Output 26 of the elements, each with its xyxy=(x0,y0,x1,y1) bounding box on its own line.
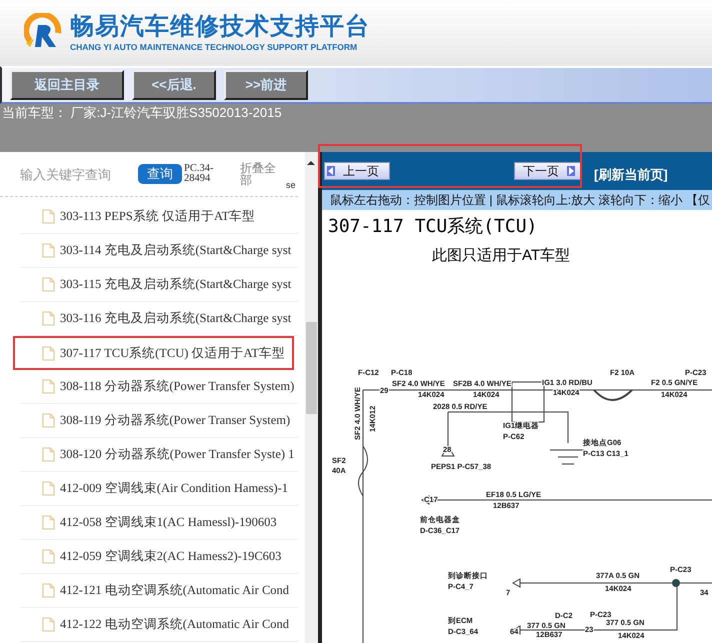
document-item[interactable]: 303-116 充电及启动系统(Start&Charge syst xyxy=(20,302,298,336)
hint-text: 鼠标左右拖动：控制图片位置 | 鼠标滚轮向上:放大 滚轮向下：缩小 【仅 xyxy=(322,190,712,210)
current-model-text: 当前车型： 厂家:J-江铃汽车驭胜S3502013-2015 xyxy=(1,105,282,120)
document-item[interactable]: 412-058 空调线束1(AC Hamessl)-190603 xyxy=(20,506,298,540)
refresh-link[interactable]: [刷新当前页] xyxy=(594,166,668,184)
document-item[interactable]: 308-120 分动器系统(Power Transfer Syste) 1 xyxy=(20,438,298,472)
document-item[interactable]: 308-119 分动器系统(Power Transer System) xyxy=(20,404,298,438)
document-item[interactable]: 412-122 电动空调系统(Automatic Air Cond xyxy=(20,608,298,642)
document-item[interactable]: 303-113 PEPS系统 仅适用于AT车型 xyxy=(20,200,298,234)
site-subtitle: CHANG YI AUTO MAINTENANCE TECHNOLOGY SUPPORT PLATFORM xyxy=(70,41,358,53)
code-text: PC.34-28494 xyxy=(184,164,214,184)
search-button[interactable]: 查询 xyxy=(138,164,182,184)
document-item[interactable]: 307-117 TCU系统(TCU) 仅适用于AT车型 xyxy=(13,336,294,370)
document-item[interactable]: 412-059 空调线束2(AC Hamess2)-19C603 xyxy=(20,540,298,574)
document-item[interactable]: 303-115 充电及启动系统(Start&Charge syst xyxy=(20,268,298,302)
next-page-button[interactable]: 下一页 xyxy=(514,162,582,180)
cut-text: se xyxy=(286,180,296,190)
document-item[interactable]: 412-009 空调线束(Air Condition Hamess)-1 xyxy=(20,472,298,506)
document-item[interactable]: 303-114 充电及启动系统(Start&Charge syst xyxy=(20,234,298,268)
diagram-subtitle: 此图只适用于AT车型 xyxy=(432,246,570,265)
site-title: 畅易汽车维修技术支持平台 xyxy=(70,13,370,41)
previous-page-button[interactable]: 上一页 xyxy=(324,162,390,180)
document-item[interactable]: 412-121 电动空调系统(Automatic Air Cond xyxy=(20,574,298,608)
diagram-title: 307-117 TCU系统(TCU) xyxy=(328,215,538,238)
document-item[interactable]: 308-118 分动器系统(Power Transfer System) xyxy=(20,370,298,404)
collapse-all-link[interactable]: 折叠全部 xyxy=(240,162,284,186)
